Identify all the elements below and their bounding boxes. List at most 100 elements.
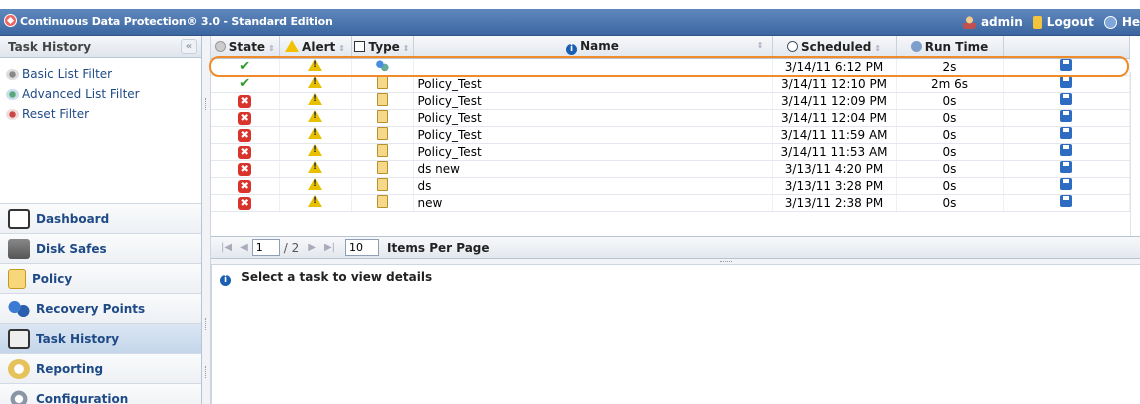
scheduled-cell: 3/14/11 12:10 PM bbox=[772, 75, 897, 93]
nav-item-recovery-points[interactable]: Recovery Points bbox=[0, 293, 201, 323]
table-row[interactable]: ✖ Policy_Test3/14/11 12:09 PM0s bbox=[211, 92, 1130, 110]
type-cell bbox=[351, 92, 414, 110]
policy-task-icon bbox=[376, 160, 388, 174]
table-header-row: State ⇕ Alert ⇕ Type ⇕ i Name ⇕ Scheduled ⇕ Ru… bbox=[211, 36, 1130, 59]
prev-page-icon[interactable]: ◀ bbox=[240, 242, 248, 253]
sort-icon: ⇕ bbox=[874, 43, 882, 53]
warning-icon bbox=[308, 127, 322, 139]
save-log-icon[interactable] bbox=[1060, 127, 1072, 139]
user-toolbar: admin Logout He bbox=[953, 13, 1140, 31]
grid-scrollbar[interactable] bbox=[1130, 72, 1140, 263]
scheduled-cell: 3/14/11 12:04 PM bbox=[772, 109, 897, 127]
save-log-icon[interactable] bbox=[1060, 178, 1072, 190]
table-row[interactable]: ✖ ds new3/13/11 4:20 PM0s bbox=[211, 160, 1130, 178]
first-page-icon[interactable]: |◀ bbox=[221, 242, 232, 253]
error-icon: ✖ bbox=[238, 163, 252, 176]
task-table: State ⇕ Alert ⇕ Type ⇕ i Name ⇕ Scheduled ⇕ Ru… bbox=[211, 36, 1130, 212]
dashboard-icon bbox=[8, 208, 30, 229]
nav-label: Configuration bbox=[36, 391, 129, 404]
table-row[interactable]: ✔ 3/14/11 6:12 PM2s bbox=[211, 58, 1130, 76]
nav-item-task-history[interactable]: Task History bbox=[0, 323, 201, 353]
warning-icon bbox=[308, 76, 322, 88]
table-row[interactable]: ✔ Policy_Test3/14/11 12:10 PM2m 6s bbox=[211, 75, 1130, 93]
run-time-cell: 0s bbox=[896, 160, 1004, 178]
info-icon: i bbox=[220, 275, 231, 286]
reset-filter-link[interactable]: Reset Filter bbox=[0, 104, 201, 124]
vertical-splitter[interactable] bbox=[202, 36, 211, 404]
help-link[interactable]: He bbox=[1122, 15, 1140, 29]
items-per-page-input[interactable] bbox=[345, 239, 380, 256]
help-icon bbox=[1103, 15, 1117, 29]
page-count: / 2 bbox=[283, 240, 300, 255]
column-header-scheduled[interactable]: Scheduled ⇕ bbox=[772, 36, 897, 59]
alert-cell bbox=[279, 177, 352, 195]
reset-filter-icon bbox=[6, 108, 19, 120]
run-time-cell: 0s bbox=[896, 177, 1004, 195]
actions-cell bbox=[1003, 92, 1130, 110]
nav-label: Disk Safes bbox=[36, 241, 107, 256]
type-cell bbox=[351, 58, 414, 76]
column-header-alert[interactable]: Alert ⇕ bbox=[279, 36, 352, 59]
alert-cell bbox=[279, 75, 352, 93]
page-number-input[interactable] bbox=[251, 239, 280, 256]
column-header-type[interactable]: Type ⇕ bbox=[351, 36, 414, 59]
save-log-icon[interactable] bbox=[1060, 59, 1072, 71]
splitter-grip bbox=[205, 98, 207, 110]
state-cell: ✔ bbox=[211, 58, 280, 76]
name-cell bbox=[413, 58, 773, 76]
left-panel: Task History « Basic List Filter Advance… bbox=[0, 36, 202, 404]
policy-task-icon bbox=[376, 109, 388, 123]
table-row[interactable]: ✖ Policy_Test3/14/11 11:53 AM0s bbox=[211, 143, 1130, 161]
actions-cell bbox=[1003, 177, 1130, 195]
save-log-icon[interactable] bbox=[1060, 110, 1072, 122]
table-row[interactable]: ✖ ds3/13/11 3:28 PM0s bbox=[211, 177, 1130, 195]
basic-list-filter-link[interactable]: Basic List Filter bbox=[0, 64, 201, 84]
save-log-icon[interactable] bbox=[1060, 144, 1072, 156]
nav-item-dashboard[interactable]: Dashboard bbox=[0, 203, 201, 233]
state-cell: ✔ bbox=[211, 75, 280, 93]
column-header-state[interactable]: State ⇕ bbox=[211, 36, 280, 59]
configuration-icon bbox=[8, 388, 30, 404]
username-link[interactable]: admin bbox=[981, 15, 1023, 29]
left-panel-header: Task History « bbox=[0, 36, 201, 58]
info-icon: i bbox=[566, 43, 578, 55]
type-cell bbox=[351, 75, 414, 93]
nav-item-configuration[interactable]: Configuration bbox=[0, 383, 201, 404]
actions-cell bbox=[1003, 58, 1130, 76]
name-cell: ds new bbox=[413, 160, 773, 178]
state-cell: ✖ bbox=[211, 143, 280, 161]
nav-item-reporting[interactable]: Reporting bbox=[0, 353, 201, 383]
advanced-filter-icon bbox=[6, 88, 19, 100]
save-log-icon[interactable] bbox=[1060, 76, 1072, 88]
nav-item-disk-safes[interactable]: Disk Safes bbox=[0, 233, 201, 263]
column-header-name[interactable]: i Name ⇕ bbox=[413, 36, 773, 59]
logout-link[interactable]: Logout bbox=[1047, 15, 1094, 29]
app-window: Continuous Data Protection® 3.0 - Standa… bbox=[0, 0, 1140, 404]
table-row[interactable]: ✖ Policy_Test3/14/11 12:04 PM0s bbox=[211, 109, 1130, 127]
type-icon bbox=[354, 40, 366, 52]
app-title: Continuous Data Protection® 3.0 - Standa… bbox=[20, 15, 333, 28]
column-header-run-time[interactable]: Run Time bbox=[896, 36, 1004, 59]
table-body: ✔3/14/11 6:12 PM2s✔Policy_Test3/14/11 12… bbox=[211, 58, 1130, 212]
next-page-icon[interactable]: ▶ bbox=[308, 242, 316, 253]
name-cell: ds bbox=[413, 177, 773, 195]
name-cell: new bbox=[413, 194, 773, 212]
last-page-icon[interactable]: ▶| bbox=[324, 242, 335, 253]
save-log-icon[interactable] bbox=[1060, 161, 1072, 173]
collapse-panel-button[interactable]: « bbox=[181, 39, 197, 54]
nav-label: Recovery Points bbox=[36, 301, 146, 316]
task-history-grid: State ⇕ Alert ⇕ Type ⇕ i Name ⇕ Scheduled ⇕ Ru… bbox=[211, 36, 1140, 263]
save-log-icon[interactable] bbox=[1060, 195, 1072, 207]
policy-task-icon bbox=[376, 126, 388, 140]
warning-icon bbox=[308, 144, 322, 156]
title-bar: Continuous Data Protection® 3.0 - Standa… bbox=[0, 0, 1140, 36]
table-row[interactable]: ✖ Policy_Test3/14/11 11:59 AM0s bbox=[211, 126, 1130, 144]
advanced-list-filter-link[interactable]: Advanced List Filter bbox=[0, 84, 201, 104]
table-row[interactable]: ✖ new3/13/11 2:38 PM0s bbox=[211, 194, 1130, 212]
filter-list: Basic List Filter Advanced List Filter R… bbox=[0, 58, 201, 124]
scheduled-cell: 3/13/11 3:28 PM bbox=[772, 177, 897, 195]
nav-item-policy[interactable]: Policy bbox=[0, 263, 201, 293]
save-log-icon[interactable] bbox=[1060, 93, 1072, 105]
filter-label: Basic List Filter bbox=[22, 67, 113, 81]
policy-task-icon bbox=[376, 75, 388, 89]
